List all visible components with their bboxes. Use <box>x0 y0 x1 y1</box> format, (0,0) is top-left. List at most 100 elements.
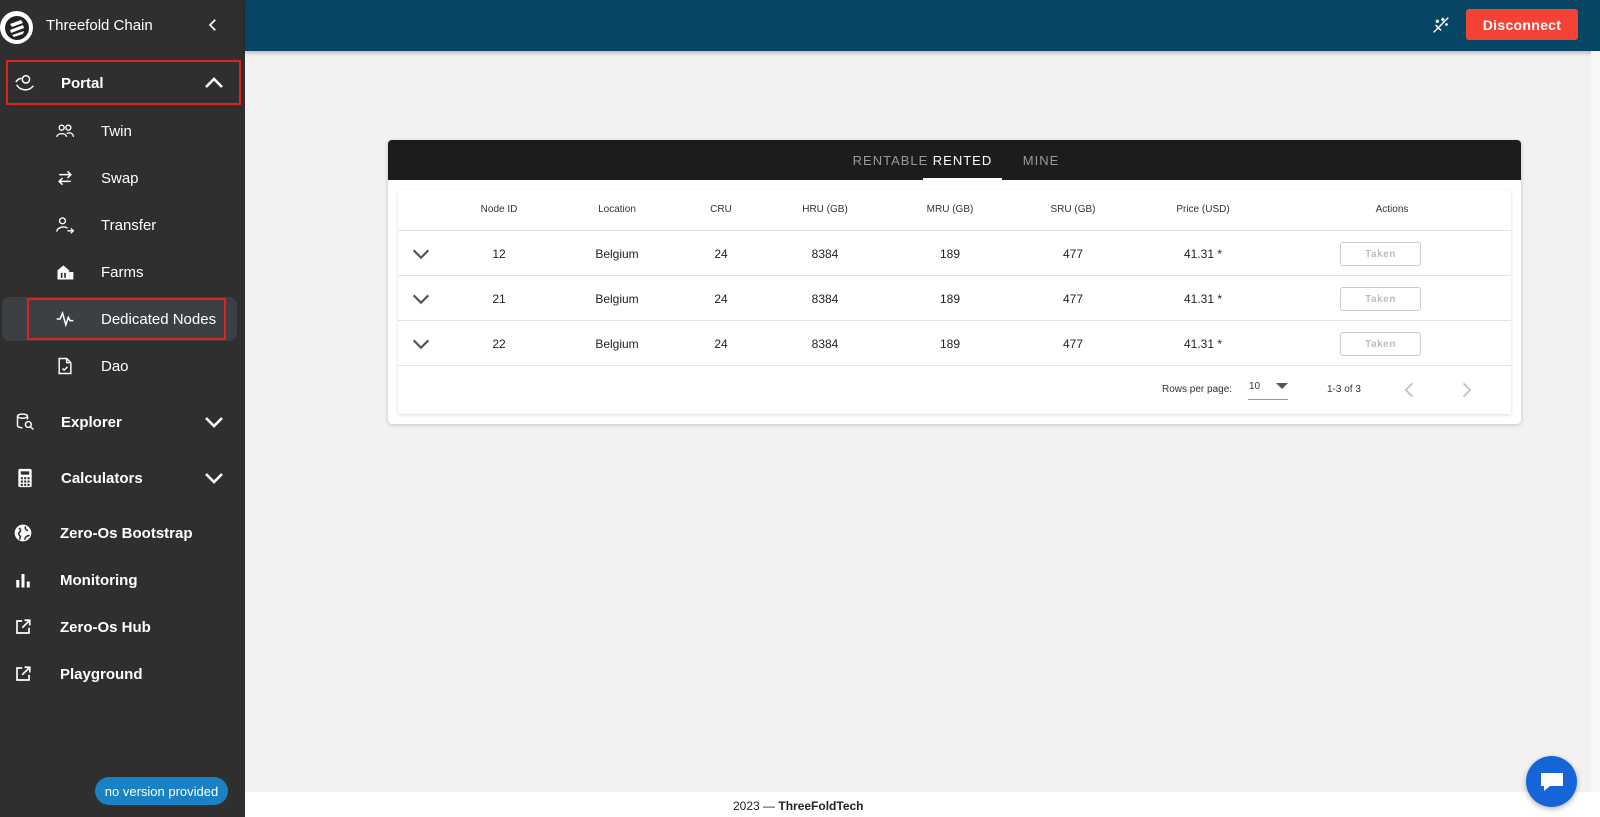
swap-icon <box>54 167 76 189</box>
chat-bubble-icon <box>1540 772 1563 791</box>
explorer-icon <box>14 411 36 433</box>
column-header-location[interactable]: Location <box>598 204 636 215</box>
sidebar-item-dao[interactable]: Dao <box>0 344 245 388</box>
sidebar-item-label: Dedicated Nodes <box>101 310 217 328</box>
column-header-price[interactable]: Price (USD) <box>1176 204 1229 215</box>
cell-mru: 189 <box>939 292 961 306</box>
cell-cru: 24 <box>714 337 728 351</box>
sidebar-item-label: Zero-Os Hub <box>60 618 151 636</box>
taken-button[interactable]: Taken <box>1340 242 1421 266</box>
sidebar-item-label: Zero-Os Bootstrap <box>60 524 193 542</box>
globe-icon <box>12 522 34 544</box>
cell-price: 41.31 * <box>1183 337 1223 351</box>
dao-icon <box>54 355 76 377</box>
page-info: 1-3 of 3 <box>1327 384 1361 395</box>
column-header-cru[interactable]: CRU <box>710 204 732 215</box>
tab-rented[interactable]: RENTED <box>923 140 1002 180</box>
chevron-down-icon[interactable] <box>410 243 432 265</box>
threefold-logo-icon <box>0 11 33 44</box>
sidebar-item-label: Explorer <box>61 413 122 431</box>
version-badge: no version provided <box>95 777 228 805</box>
sidebar-item-zero-os-bootstrap[interactable]: Zero-Os Bootstrap <box>0 511 245 555</box>
cell-mru: 189 <box>939 247 961 261</box>
external-link-icon <box>12 663 34 685</box>
dedicated-nodes-icon <box>54 308 76 330</box>
top-app-bar <box>245 0 1600 51</box>
brand-title: Threefold Chain <box>46 17 153 34</box>
cell-mru: 189 <box>939 337 961 351</box>
sidebar-item-farms[interactable]: Farms <box>0 250 245 294</box>
divider <box>398 320 1511 321</box>
twin-icon <box>54 120 76 142</box>
footer-company: ThreeFoldTech <box>778 799 864 813</box>
rows-per-page-select[interactable]: 10 <box>1248 378 1288 400</box>
rows-per-page-label: Rows per page: <box>1162 384 1233 395</box>
dedicated-nodes-card: RENTABLE RENTED MINE Node ID Location CR… <box>388 140 1521 424</box>
calculator-icon <box>14 467 36 489</box>
column-header-actions: Actions <box>1375 204 1409 215</box>
cell-node-id: 12 <box>492 247 506 261</box>
chevron-left-icon[interactable] <box>204 16 222 34</box>
cell-location: Belgium <box>595 292 639 306</box>
cell-cru: 24 <box>714 292 728 306</box>
cell-cru: 24 <box>714 247 728 261</box>
sidebar-item-swap[interactable]: Swap <box>0 156 245 200</box>
sidebar-item-label: Playground <box>60 665 143 683</box>
taken-button[interactable]: Taken <box>1340 287 1421 311</box>
cell-hru: 8384 <box>811 337 839 351</box>
chevron-right-icon[interactable] <box>1456 378 1476 402</box>
chat-button[interactable] <box>1526 756 1577 807</box>
sidebar-item-monitoring[interactable]: Monitoring <box>0 558 245 602</box>
sidebar-item-calculators[interactable]: Calculators <box>0 456 245 500</box>
divider <box>398 365 1511 366</box>
cell-hru: 8384 <box>811 247 839 261</box>
cell-hru: 8384 <box>811 292 839 306</box>
portal-highlight-box <box>6 60 241 105</box>
chevron-down-icon <box>205 473 223 484</box>
sidebar-item-label: Dao <box>101 357 129 375</box>
theme-toggle-icon[interactable] <box>1430 14 1452 36</box>
cell-node-id: 22 <box>492 337 506 351</box>
sidebar-item-label: Calculators <box>61 469 143 487</box>
sidebar-item-dedicated-nodes[interactable]: Dedicated Nodes <box>0 297 245 341</box>
page-footer: 2023 — ThreeFoldTech <box>245 792 1600 817</box>
scrollbar[interactable] <box>1591 51 1600 792</box>
external-link-icon <box>12 616 34 638</box>
tab-mine[interactable]: MINE <box>1002 140 1080 180</box>
column-header-hru[interactable]: HRU (GB) <box>802 204 848 215</box>
footer-copyright: 2023 — ThreeFoldTech <box>733 799 864 813</box>
sidebar-item-transfer[interactable]: Transfer <box>0 203 245 247</box>
cell-location: Belgium <box>595 247 639 261</box>
chevron-down-icon[interactable] <box>410 288 432 310</box>
column-header-sru[interactable]: SRU (GB) <box>1051 204 1096 215</box>
cell-location: Belgium <box>595 337 639 351</box>
farms-icon <box>54 261 76 283</box>
sidebar-item-zero-os-hub[interactable]: Zero-Os Hub <box>0 605 245 649</box>
nodes-table: Node ID Location CRU HRU (GB) MRU (GB) S… <box>398 190 1511 414</box>
cell-sru: 477 <box>1062 247 1084 261</box>
tabs-bar: RENTABLE RENTED MINE <box>388 140 1521 180</box>
sidebar-item-explorer[interactable]: Explorer <box>0 400 245 444</box>
sidebar-item-label: Swap <box>101 169 139 187</box>
cell-sru: 477 <box>1062 337 1084 351</box>
cell-node-id: 21 <box>492 292 506 306</box>
disconnect-button[interactable]: Disconnect <box>1466 9 1578 40</box>
chevron-down-icon <box>205 417 223 428</box>
column-header-node-id[interactable]: Node ID <box>481 204 518 215</box>
sidebar-item-playground[interactable]: Playground <box>0 652 245 696</box>
cell-price: 41.31 * <box>1183 292 1223 306</box>
sidebar-item-twin[interactable]: Twin <box>0 109 245 153</box>
brand: Threefold Chain <box>0 0 245 54</box>
chevron-down-icon[interactable] <box>410 333 432 355</box>
footer-year: 2023 — <box>733 799 776 813</box>
sidebar-item-label: Monitoring <box>60 571 138 589</box>
transfer-icon <box>54 214 76 236</box>
column-header-mru[interactable]: MRU (GB) <box>927 204 974 215</box>
bar-chart-icon <box>12 569 34 591</box>
divider <box>398 275 1511 276</box>
chevron-left-icon[interactable] <box>1400 378 1420 402</box>
taken-button[interactable]: Taken <box>1340 332 1421 356</box>
sidebar-item-label: Farms <box>101 263 144 281</box>
cell-price: 41.31 * <box>1183 247 1223 261</box>
rows-per-page-value: 10 <box>1249 381 1261 392</box>
